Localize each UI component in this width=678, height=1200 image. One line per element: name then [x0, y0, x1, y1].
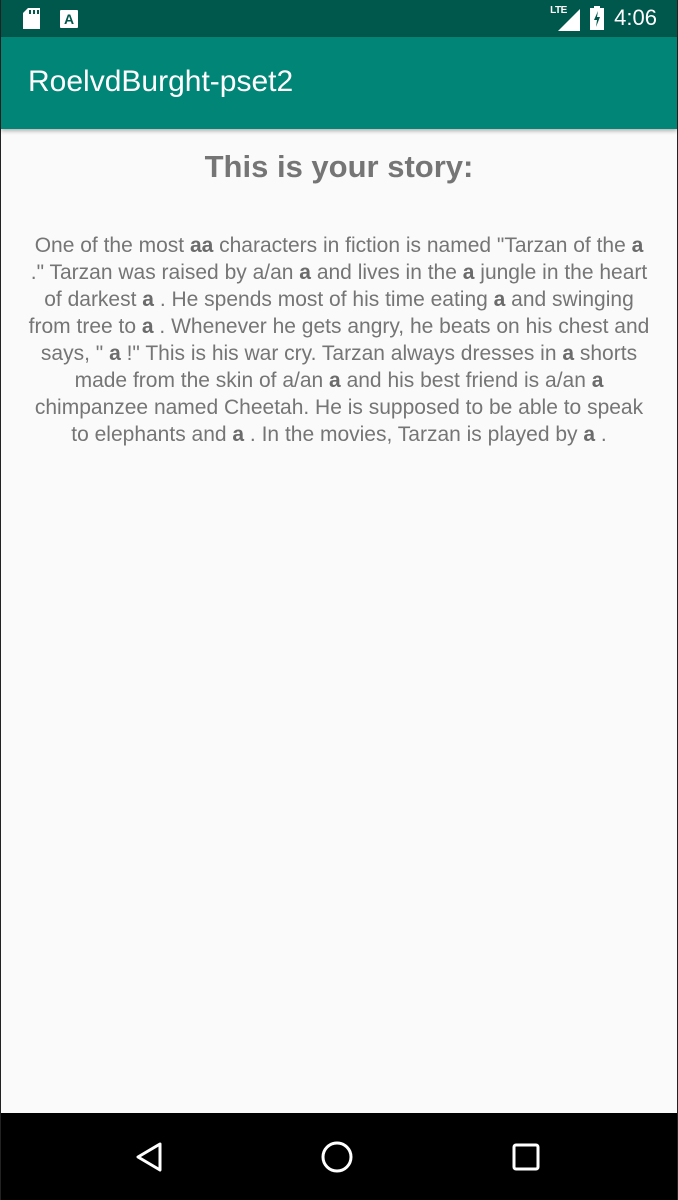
signal-icon: LTE: [550, 5, 581, 31]
status-clock: 4:06: [614, 5, 657, 30]
battery-charging-icon: [590, 6, 605, 30]
story-heading: This is your story:: [204, 149, 474, 184]
navigation-bar: [1, 1113, 677, 1200]
story-filled-word: a: [583, 423, 596, 446]
status-bar: A LTE 4:06: [1, 0, 677, 37]
back-button[interactable]: [125, 1133, 173, 1181]
story-screen: This is your story: One of the most aa c…: [1, 129, 677, 1113]
story-text-segment: !" This is his war cry. Tarzan always dr…: [120, 342, 563, 365]
app-screen: A LTE 4:06 RoelvdBurght-pset2 This is yo…: [0, 0, 678, 1200]
app-toolbar: RoelvdBurght-pset2: [1, 37, 677, 129]
story-text-segment: ." Tarzan was raised by a/an: [30, 261, 300, 284]
story-text-segment: . In the movies, Tarzan is played by: [244, 423, 584, 446]
story-text-segment: and lives in the: [310, 261, 463, 284]
story-filled-word: a: [631, 234, 644, 257]
home-button[interactable]: [313, 1133, 361, 1181]
story-filled-word: a: [232, 423, 245, 446]
recents-button[interactable]: [502, 1133, 550, 1181]
app-title: RoelvdBurght-pset2: [28, 65, 294, 98]
story-filled-word: a: [462, 261, 475, 284]
notification-icons: A: [23, 8, 78, 29]
story-filled-word: a: [142, 288, 154, 311]
story-filled-word: a: [299, 261, 311, 284]
story-filled-word: a: [591, 369, 604, 392]
story-filled-word: aa: [189, 234, 214, 257]
story-filled-word: a: [329, 369, 341, 392]
story-text-segment: One of the most: [34, 234, 190, 257]
a-notification-icon: A: [60, 9, 78, 28]
system-status-icons: LTE 4:06: [550, 5, 657, 31]
sd-card-icon: [23, 8, 40, 29]
story-text: One of the most aa characters in fiction…: [27, 232, 651, 448]
recents-icon: [512, 1143, 540, 1171]
story-text-segment: characters in fiction is named "Tarzan o…: [213, 234, 632, 257]
home-icon: [321, 1141, 353, 1173]
story-filled-word: a: [493, 288, 506, 311]
story-text-segment: .: [595, 423, 607, 446]
back-icon: [136, 1142, 162, 1172]
story-filled-word: a: [562, 342, 575, 365]
story-text-segment: and his best friend is a/an: [340, 369, 592, 392]
story-text-segment: . He spends most of his time eating: [153, 288, 494, 311]
story-filled-word: a: [109, 342, 121, 365]
story-filled-word: a: [141, 315, 154, 338]
